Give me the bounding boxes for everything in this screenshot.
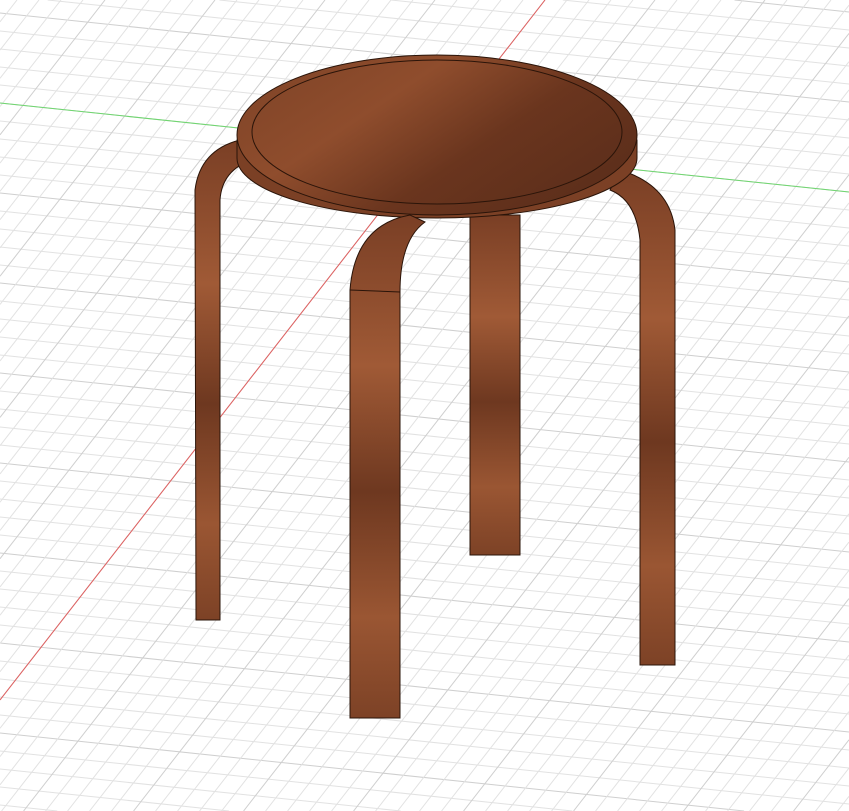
grid-line <box>0 0 18 23</box>
stool-model[interactable] <box>194 54 676 719</box>
grid-line <box>0 588 849 679</box>
grid-line <box>0 246 849 337</box>
grid-line <box>397 230 849 811</box>
grid-line <box>0 0 282 362</box>
grid-line <box>815 767 849 811</box>
grid-line <box>595 485 849 811</box>
grid-line <box>0 0 370 475</box>
grid-line <box>529 400 849 811</box>
grid-line <box>0 0 172 220</box>
grid-line <box>0 390 849 481</box>
stool-leg-back-right[interactable] <box>469 214 521 556</box>
grid-line <box>0 228 849 319</box>
grid-line <box>0 624 849 715</box>
grid-line <box>0 0 304 390</box>
grid-line <box>727 654 849 811</box>
grid-line <box>0 498 849 589</box>
grid-line <box>0 768 401 811</box>
grid-line <box>0 0 62 79</box>
grid-line <box>0 210 849 301</box>
cad-3d-viewport[interactable] <box>0 0 849 811</box>
grid-line <box>331 146 849 811</box>
grid-line <box>0 444 849 535</box>
grid-line <box>0 732 745 811</box>
stool-seat-top[interactable] <box>236 54 638 216</box>
grid-line <box>353 174 849 811</box>
grid-line <box>0 642 849 733</box>
grid-line <box>0 804 58 811</box>
grid-line <box>219 0 849 67</box>
grid-line <box>573 456 849 811</box>
grid-line <box>683 598 849 811</box>
grid-line <box>551 428 849 811</box>
3d-scene[interactable] <box>0 0 849 811</box>
grid-line <box>0 0 84 107</box>
grid-line <box>749 682 849 811</box>
grid-line <box>0 354 849 445</box>
grid-line <box>793 739 849 811</box>
grid-line <box>0 0 326 418</box>
grid-line <box>0 696 849 787</box>
stool-leg-right[interactable] <box>609 169 676 666</box>
grid-line <box>0 0 106 136</box>
grid-line <box>0 534 849 625</box>
grid-line <box>0 300 849 391</box>
grid-line <box>0 570 849 661</box>
grid-line <box>0 0 150 192</box>
grid-line <box>0 552 849 643</box>
grid-line <box>0 372 849 463</box>
grid-line <box>734 0 849 13</box>
grid-line <box>0 0 216 277</box>
grid-line <box>0 426 849 517</box>
grid-line <box>507 372 849 811</box>
stool-leg-back-left[interactable] <box>194 139 253 621</box>
grid-line <box>0 0 40 51</box>
